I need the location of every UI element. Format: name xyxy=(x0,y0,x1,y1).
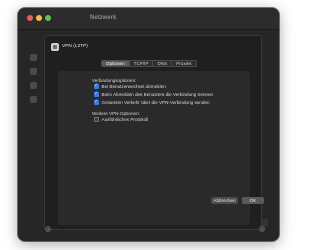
tab-optionen[interactable]: Optionen xyxy=(102,61,130,66)
tab-proxies[interactable]: Proxies xyxy=(172,61,195,66)
help-button[interactable]: ? xyxy=(259,226,265,232)
checkbox-label: Beim Abmelden des Benutzers die Verbindu… xyxy=(101,92,214,97)
close-window-button[interactable] xyxy=(27,15,33,21)
zoom-window-button[interactable] xyxy=(45,15,51,21)
checkbox-label: Gesamten Verkehr über die VPN-Verbindung… xyxy=(101,100,210,105)
minimize-window-button[interactable] xyxy=(36,15,42,21)
vpn-icon xyxy=(51,43,59,51)
service-icon[interactable] xyxy=(30,54,37,61)
option-row[interactable]: Ausführliches Protokoll xyxy=(94,117,148,122)
tab-tcp-ip[interactable]: TCP/IP xyxy=(130,61,154,66)
option-row[interactable]: Bei Benutzerwechsel abmelden xyxy=(94,83,166,89)
more-vpn-options-label: Weitere VPN-Optionen: xyxy=(92,111,140,116)
tab-bar: Optionen TCP/IP DNS Proxies xyxy=(101,60,197,67)
checkbox[interactable] xyxy=(94,99,99,105)
window-title: Netzwerk xyxy=(90,15,117,21)
sheet-title: VPN (L2TP) xyxy=(62,44,88,49)
service-icon[interactable] xyxy=(30,96,37,103)
ok-button[interactable]: OK xyxy=(242,197,264,204)
service-icon[interactable] xyxy=(30,82,37,89)
help-button[interactable]: ? xyxy=(45,226,51,232)
checkbox[interactable] xyxy=(94,83,99,89)
checkbox[interactable] xyxy=(94,91,99,97)
checkbox[interactable] xyxy=(94,117,99,122)
network-window: Netzwerk VPN (L2TP) Optionen TCP/IP DNS … xyxy=(18,8,279,241)
tab-dns[interactable]: DNS xyxy=(153,61,173,66)
checkbox-label: Bei Benutzerwechsel abmelden xyxy=(101,84,166,89)
checkbox-label: Ausführliches Protokoll xyxy=(101,117,149,122)
connection-options-label: Verbindungsoptionen: xyxy=(92,78,137,83)
titlebar: Netzwerk xyxy=(18,8,279,30)
option-row[interactable]: Gesamten Verkehr über die VPN-Verbindung… xyxy=(94,99,210,105)
service-icon[interactable] xyxy=(30,68,37,75)
cancel-button[interactable]: Abbrechen xyxy=(211,197,238,204)
option-row[interactable]: Beim Abmelden des Benutzers die Verbindu… xyxy=(94,91,214,97)
